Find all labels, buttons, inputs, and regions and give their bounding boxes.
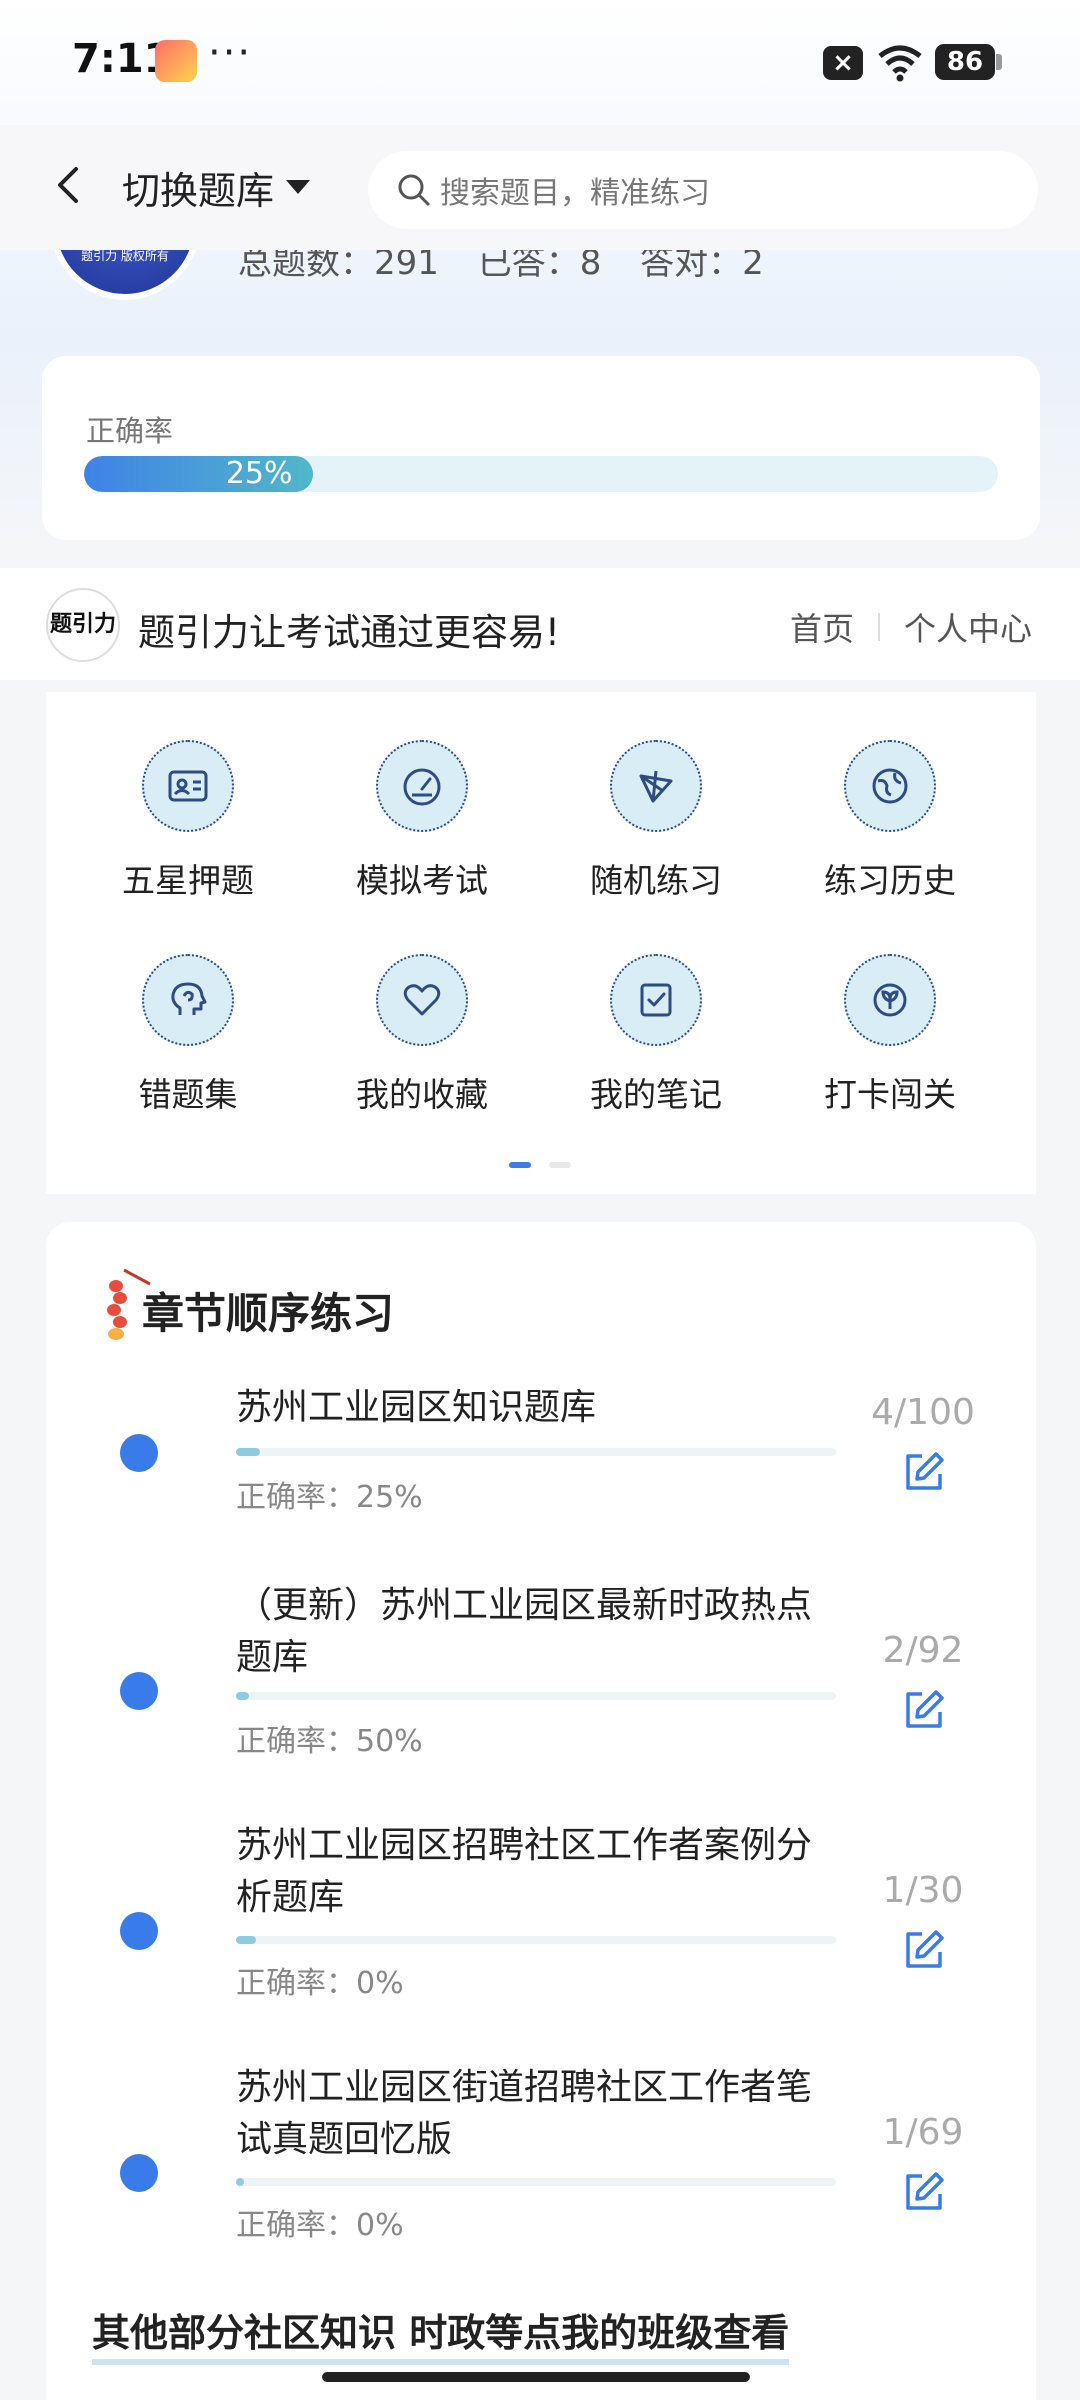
switch-question-bank-button[interactable]: 切换题库 <box>122 157 311 217</box>
chapter-count: 1/69 <box>882 2112 964 2153</box>
close-notification-icon: × <box>823 46 863 80</box>
status-bar: 7:11 ··· × 86 <box>0 0 1080 125</box>
chapter-bullet <box>120 1912 158 1950</box>
feature-my-notes[interactable]: 我的笔记 <box>556 954 756 1116</box>
accuracy-progress-fill: 25% <box>84 456 313 492</box>
feature-grid: 五星押题 模拟考试 随机练习 练习历史 错题集 我的收藏 我的笔记 打卡闯关 <box>46 692 1036 1194</box>
chapter-count: 1/30 <box>882 1870 964 1911</box>
head-icon <box>142 954 234 1046</box>
feature-checkin-challenge[interactable]: 打卡闯关 <box>790 954 990 1116</box>
feature-label: 模拟考试 <box>356 861 488 900</box>
home-indicator[interactable] <box>322 2372 750 2382</box>
page-dot-inactive[interactable] <box>549 1162 571 1168</box>
brand-logo: 题引力 <box>46 588 120 662</box>
link-divider <box>877 613 880 641</box>
battery-cap <box>996 54 1002 70</box>
switch-bank-label: 切换题库 <box>122 168 275 213</box>
speedometer-icon <box>376 740 468 832</box>
chapter-progress-fill <box>236 1936 256 1944</box>
chapter-bullet <box>120 1672 158 1710</box>
heart-icon <box>376 954 468 1046</box>
chapter-count: 2/92 <box>882 1630 964 1671</box>
back-arrow-icon[interactable] <box>40 155 100 215</box>
chapter-progress-fill <box>236 2178 245 2186</box>
accuracy-progress-bar: 25% <box>84 456 998 492</box>
chapter-progress-bar <box>236 1936 836 1944</box>
brand-links: 首页 个人中心 <box>790 604 1032 650</box>
accuracy-card: 正确率 25% <box>42 356 1040 540</box>
chapter-progress-bar <box>236 1448 836 1456</box>
brand-bar: 题引力 题引力让考试通过更容易! 首页 个人中心 <box>0 568 1080 680</box>
accuracy-label: 正确率 <box>86 414 174 448</box>
battery-icon: 86 <box>935 44 995 80</box>
more-notifications-icon: ··· <box>208 30 253 76</box>
edit-icon[interactable] <box>900 1926 948 1974</box>
edit-icon[interactable] <box>900 1448 948 1496</box>
chapter-accuracy: 正确率：0% <box>236 2208 404 2243</box>
chapter-bullet <box>120 2154 158 2192</box>
search-icon <box>398 174 430 206</box>
chapter-progress-fill <box>236 1692 250 1700</box>
top-nav-bar: 切换题库 搜索题目，精准练习 <box>0 125 1080 250</box>
accuracy-value: 25% <box>225 456 293 491</box>
chapter-progress-bar <box>236 1692 836 1700</box>
brand-slogan: 题引力让考试通过更容易! <box>138 611 560 654</box>
feature-label: 随机练习 <box>590 861 722 900</box>
home-link[interactable]: 首页 <box>790 604 854 650</box>
chapter-name: （更新）苏州工业园区最新时政热点题库 <box>236 1585 813 1678</box>
chapter-accuracy: 正确率：0% <box>236 1966 404 2001</box>
caret-down-icon <box>286 180 311 194</box>
feature-mock-exam[interactable]: 模拟考试 <box>322 740 522 902</box>
profile-center-link[interactable]: 个人中心 <box>904 604 1032 650</box>
chapter-section-title: 章节顺序练习 <box>142 1289 395 1338</box>
chapter-count: 4/100 <box>871 1392 975 1433</box>
feature-wrong-questions[interactable]: 错题集 <box>88 954 288 1116</box>
chapter-practice-section: 章节顺序练习 苏州工业园区知识题库 正确率：25% 4/100 （更新）苏州工业… <box>46 1222 1036 2400</box>
feature-label: 我的笔记 <box>590 1075 722 1114</box>
chapter-progress-fill <box>236 1448 260 1456</box>
chapter-accuracy: 正确率：25% <box>236 1480 423 1515</box>
chapter-name: 苏州工业园区街道招聘社区工作者笔试真题回忆版 <box>236 2067 813 2160</box>
edit-icon[interactable] <box>900 1686 948 1734</box>
search-placeholder: 搜索题目，精准练习 <box>440 176 710 211</box>
feature-label: 我的收藏 <box>356 1075 488 1114</box>
chapter-bullet <box>120 1434 158 1472</box>
shuffle-icon <box>610 740 702 832</box>
chapter-progress-bar <box>236 2178 836 2186</box>
feature-label: 错题集 <box>138 1075 238 1114</box>
my-class-link[interactable]: 其他部分社区知识 时政等点我的班级查看 <box>92 2302 790 2365</box>
feature-random-practice[interactable]: 随机练习 <box>556 740 756 902</box>
chapter-name: 苏州工业园区知识题库 <box>236 1387 597 1428</box>
edit-icon[interactable] <box>900 2168 948 2216</box>
feature-my-favorites[interactable]: 我的收藏 <box>322 954 522 1116</box>
feature-practice-history[interactable]: 练习历史 <box>790 740 990 902</box>
feature-label: 五星押题 <box>122 861 254 900</box>
note-check-icon <box>610 954 702 1046</box>
feature-five-star-predict[interactable]: 五星押题 <box>88 740 288 902</box>
chapter-accuracy: 正确率：50% <box>236 1724 423 1759</box>
app-notification-icon <box>155 40 197 82</box>
search-input[interactable]: 搜索题目，精准练习 <box>368 151 1038 229</box>
globe-icon <box>844 740 936 832</box>
feature-label: 练习历史 <box>824 861 956 900</box>
wifi-icon <box>878 45 922 82</box>
id-card-icon <box>142 740 234 832</box>
chapter-name: 苏州工业园区招聘社区工作者案例分析题库 <box>236 1825 813 1918</box>
sprout-icon <box>844 954 936 1046</box>
page-indicator <box>509 1162 589 1168</box>
feature-label: 打卡闯关 <box>824 1075 956 1114</box>
page-dot-active[interactable] <box>509 1162 531 1168</box>
